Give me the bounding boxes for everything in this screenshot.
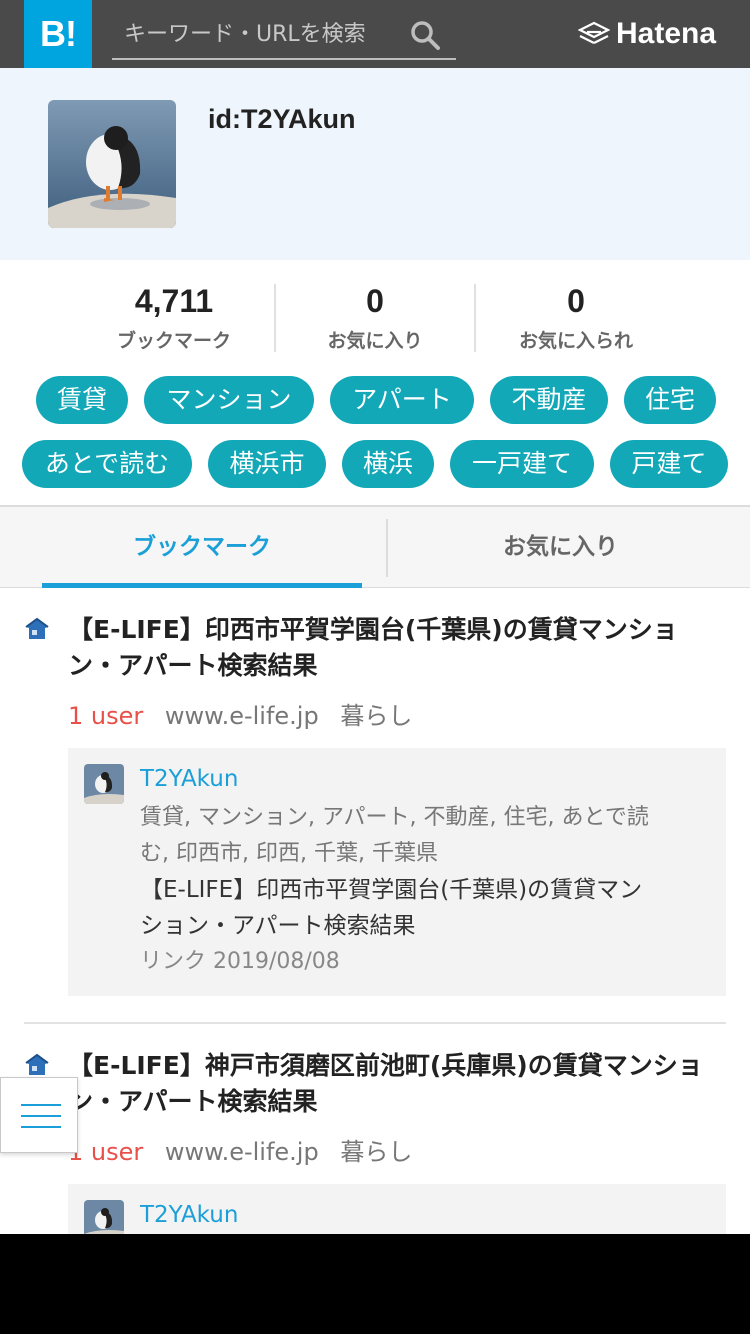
entry-domain[interactable]: www.e-life.jp [165,702,319,730]
puffin-avatar-image [48,100,176,228]
stat-favorites-label: お気に入り [327,330,423,352]
user-id: id:T2YAkun [208,104,356,134]
favicon-house-icon [25,1053,49,1075]
hatena-bookmark-logo[interactable]: B! [24,0,92,68]
tag-chip[interactable]: 不動産 [490,376,608,424]
stat-favorited[interactable]: 0 お気に入られ [476,284,676,352]
stat-favorited-count: 0 [567,283,585,319]
entry-category[interactable]: 暮らし [340,1138,412,1166]
tag-chip[interactable]: 横浜 [342,440,434,488]
search-icon[interactable] [408,18,442,52]
entry-divider [24,1022,726,1024]
entry-user-count[interactable]: 1 user [68,1138,143,1166]
entry-category[interactable]: 暮らし [340,702,412,730]
entry-title-link[interactable]: 【E-LIFE】神戸市須磨区前池町(兵庫県)の賃貸マンション・アパート検索結果 [68,1048,718,1120]
puffin-avatar-image [84,764,124,804]
search-box[interactable] [112,12,456,60]
tag-chip[interactable]: 賃貸 [36,376,128,424]
tab-bookmarks[interactable]: ブックマーク [42,507,362,588]
entry-domain[interactable]: www.e-life.jp [165,1138,319,1166]
comment-avatar[interactable] [84,764,124,804]
tag-chip[interactable]: アパート [330,376,474,424]
stat-bookmarks-count: 4,711 [134,283,214,319]
comment-tags: 賃貸, マンション, アパート, 不動産, 住宅, あとで読む, 印西市, 印西… [140,805,649,866]
tag-chip[interactable]: 戸建て [610,440,728,488]
comment-avatar[interactable] [84,1200,124,1234]
tag-chip[interactable]: 横浜市 [208,440,326,488]
entry-meta: 1 user www.e-life.jp 暮らし [68,1132,412,1167]
menu-icon-line [21,1104,61,1106]
tag-chip[interactable]: 一戸建て [450,440,594,488]
stat-bookmarks[interactable]: 4,711 ブックマーク [74,284,274,352]
stat-favorites[interactable]: 0 お気に入り [276,284,474,352]
tab-bar: ブックマーク お気に入り [0,505,750,588]
stat-favorited-label: お気に入られ [518,330,633,352]
puffin-avatar-image [84,1200,124,1234]
tag-chip[interactable]: マンション [144,376,314,424]
tag-chip[interactable]: 住宅 [624,376,716,424]
search-input[interactable] [124,16,394,52]
tab-favorites[interactable]: お気に入り [388,507,733,588]
entry-title-link[interactable]: 【E-LIFE】印西市平賀学園台(千葉県)の賃貸マンション・アパート検索結果 [68,612,718,684]
bookmark-comment: T2YAkun 賃貸, マンション, アパート, 不動産, 住宅, あとで読む,… [68,748,726,996]
app-viewport: B! Hatena [0,0,750,1234]
hamburger-menu-button[interactable] [0,1077,78,1153]
comment-date-link[interactable]: リンク 2019/08/08 [140,944,340,980]
profile-header: id:T2YAkun [0,68,750,260]
favicon-house-icon [25,617,49,639]
brand-name: Hatena [616,17,717,50]
hatena-logo-icon [578,21,610,44]
comment-username[interactable]: T2YAkun [140,1202,238,1228]
top-bar: B! Hatena [0,0,750,68]
bookmark-comment: T2YAkun [68,1184,726,1234]
profile-avatar[interactable] [48,100,176,228]
comment-text: 【E-LIFE】印西市平賀学園台(千葉県)の賃貸マンション・アパート検索結果 [140,877,643,939]
stat-favorites-count: 0 [366,283,384,319]
comment-username[interactable]: T2YAkun [140,766,238,792]
tag-chip[interactable]: あとで読む [22,440,192,488]
menu-icon-line [21,1115,61,1117]
stat-bookmarks-label: ブックマーク [116,330,231,352]
entry-meta: 1 user www.e-life.jp 暮らし [68,696,412,731]
entry-user-count[interactable]: 1 user [68,702,143,730]
menu-icon-line [21,1126,61,1128]
